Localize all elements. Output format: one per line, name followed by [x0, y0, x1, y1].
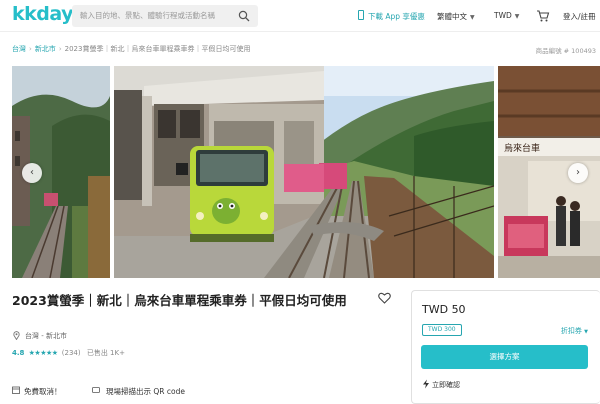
chevron-down-icon: ▼	[584, 329, 588, 335]
search-bar[interactable]: 輸入目的地、景點、體驗行程或活動名稱	[72, 5, 258, 27]
station-sign-text: 烏來台車	[504, 142, 540, 154]
product-title: 2023賞螢季｜新北｜烏來台車單程乘車券｜平假日均可使用	[12, 293, 347, 308]
calendar-check-icon	[12, 386, 20, 394]
breadcrumb-separator: ›	[29, 45, 32, 53]
breadcrumb: 台灣 › 新北市 › 2023賞螢季｜新北｜烏來台車單程乘車券｜平假日均可使用	[12, 44, 250, 54]
breadcrumb-separator: ›	[58, 45, 62, 53]
gallery-photo-main[interactable]	[114, 66, 494, 278]
phone-icon	[358, 10, 364, 20]
rating-stars: ★★★★★	[28, 349, 58, 357]
chevron-down-icon: ▼	[470, 14, 475, 21]
breadcrumb-taiwan[interactable]: 台灣	[12, 45, 26, 53]
breadcrumb-current: 2023賞螢季｜新北｜烏來台車單程乘車券｜平假日均可使用	[64, 45, 251, 53]
language-selector[interactable]: 繁體中文 ▼	[437, 11, 475, 22]
rating-score: 4.8	[12, 349, 25, 357]
original-price-tag: TWD 300	[422, 324, 462, 336]
top-header: kkday 輸入目的地、景點、體驗行程或活動名稱 下載 App 享優惠 繁體中文…	[0, 0, 600, 32]
cart-icon[interactable]	[536, 9, 550, 23]
heart-icon[interactable]	[378, 292, 391, 304]
booking-card: TWD 50 TWD 300 折扣券 ▼ 選擇方案 立即確認	[411, 290, 600, 404]
product-location: 台灣 - 新北市	[25, 332, 67, 340]
discount-coupon-link[interactable]: 折扣券 ▼	[561, 326, 588, 336]
chevron-down-icon: ▼	[514, 13, 520, 20]
gallery-next-button[interactable]: ›	[568, 163, 588, 183]
currency-label: TWD	[494, 11, 512, 20]
gallery-prev-button[interactable]: ‹	[22, 163, 42, 183]
choose-package-button[interactable]: 選擇方案	[421, 345, 588, 369]
product-number: 商品編號 # 100493	[535, 47, 596, 55]
price: TWD 50	[422, 303, 466, 316]
qr-code-feature: 現場掃描出示 QR code	[106, 387, 185, 396]
ticket-icon	[92, 387, 100, 393]
language-label: 繁體中文	[437, 12, 467, 21]
rating-summary[interactable]: 4.8 ★★★★★ (234) 已售出 1K+	[12, 348, 125, 358]
location-pin-icon	[13, 331, 20, 340]
discount-coupon-label: 折扣券	[560, 327, 582, 335]
booked-count: 已售出 1K+	[86, 349, 125, 357]
download-app-link[interactable]: 下載 App 享優惠	[368, 11, 425, 22]
instant-confirm: 立即確認	[432, 381, 460, 389]
photo-gallery: 烏來台車 ‹ ›	[0, 66, 600, 278]
lightning-icon	[423, 379, 429, 389]
search-input[interactable]: 輸入目的地、景點、體驗行程或活動名稱	[80, 10, 215, 21]
login-link[interactable]: 登入/註冊	[563, 11, 596, 22]
review-count: (234)	[61, 349, 81, 357]
search-icon[interactable]	[238, 10, 250, 22]
breadcrumb-newtaipei[interactable]: 新北市	[35, 45, 56, 53]
free-cancel-feature: 免費取消！	[24, 387, 62, 396]
kkday-logo[interactable]: kkday	[12, 3, 74, 25]
currency-selector[interactable]: TWD ▼	[494, 11, 519, 20]
